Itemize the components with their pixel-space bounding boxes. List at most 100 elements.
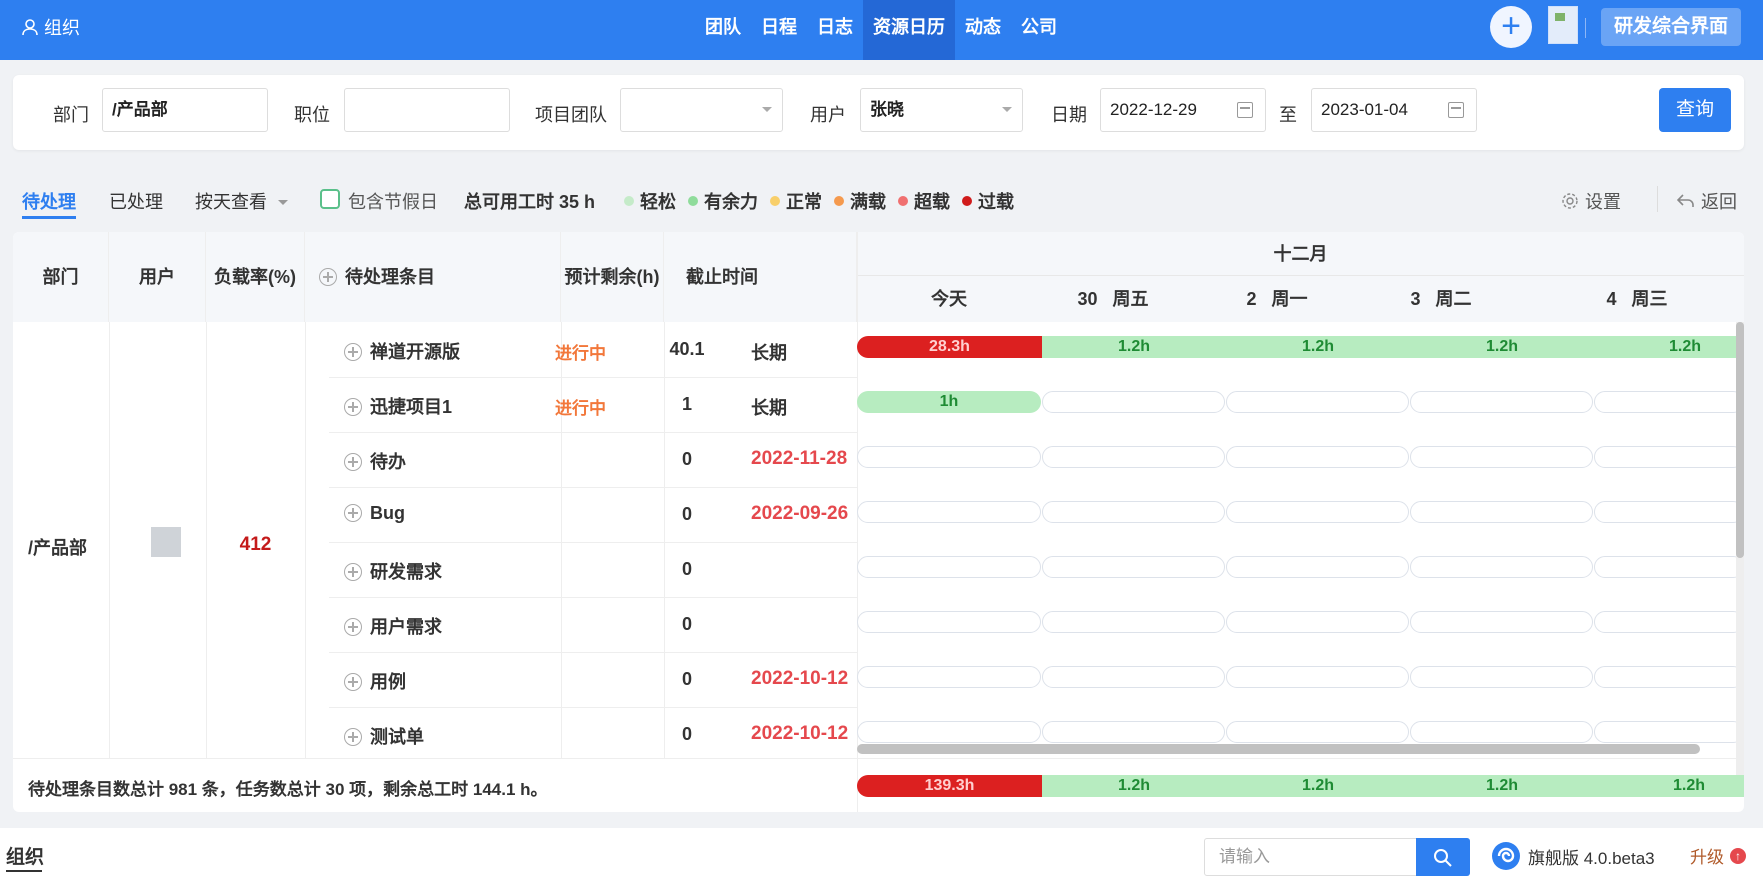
deadline-value: 2022-11-28	[751, 448, 848, 469]
load-bar[interactable]: 1.2h	[1410, 336, 1594, 358]
row-expand[interactable]: 用户需求	[344, 613, 442, 639]
load-bar[interactable]: 1.2h	[1594, 336, 1736, 358]
row-expand[interactable]: Bug	[344, 503, 405, 524]
nav-team[interactable]: 团队	[695, 0, 751, 60]
tab-pending[interactable]: 待处理	[22, 188, 76, 214]
expand-all-icon[interactable]	[319, 268, 337, 286]
scrollbar-thumb[interactable]	[1736, 322, 1744, 558]
expand-icon[interactable]	[344, 618, 362, 636]
day-num: 2	[1246, 289, 1257, 309]
day-today: 今天	[857, 276, 1041, 322]
row-divider	[329, 487, 857, 488]
empty-slot	[1226, 666, 1409, 688]
vertical-scrollbar[interactable]	[1736, 322, 1744, 792]
expand-icon[interactable]	[344, 398, 362, 416]
workspace-switch-button[interactable]: 研发综合界面	[1601, 8, 1741, 46]
date-from-input[interactable]: 2022-12-29	[1100, 88, 1266, 132]
empty-slot	[857, 666, 1041, 688]
nav-schedule[interactable]: 日程	[751, 0, 807, 60]
user-label: 用户	[810, 105, 846, 125]
legend-dot	[688, 196, 698, 206]
row-expand[interactable]: 待办	[344, 448, 406, 474]
row-expand[interactable]: 测试单	[344, 723, 424, 749]
row-expand[interactable]: 迅捷项目1	[344, 393, 452, 419]
nav-resource-calendar[interactable]: 资源日历	[863, 0, 955, 60]
active-tab-indicator	[22, 216, 76, 219]
user-select-value: 张晓	[870, 100, 904, 119]
filter-panel: 部门 /产品部 职位 项目团队 用户 张晓 日期 2022-12-29 至 20…	[13, 75, 1744, 150]
query-button[interactable]: 查询	[1659, 88, 1731, 132]
dept-input[interactable]: /产品部	[102, 88, 268, 132]
date-label: 日期	[1051, 105, 1087, 125]
expand-icon[interactable]	[344, 453, 362, 471]
empty-slot	[1410, 391, 1593, 413]
calendar-header: 十二月 今天 30 周五 2 周一 3 周二 4 周三	[857, 232, 1744, 322]
load-bar[interactable]: 28.3h	[857, 336, 1042, 358]
upgrade-link[interactable]: 升级 ↑	[1690, 843, 1746, 868]
view-by-label: 按天查看	[195, 192, 267, 212]
zentao-logo-icon	[1492, 842, 1520, 870]
row-expand[interactable]: 研发需求	[344, 558, 442, 584]
arrow-up-icon: ↑	[1730, 847, 1746, 864]
row-expand[interactable]: 禅道开源版	[344, 338, 460, 364]
table-header: 部门 用户 负载率(%) 待处理条目 预计剩余(h) 截止时间	[13, 232, 857, 322]
search-button[interactable]	[1416, 838, 1470, 876]
view-by-dropdown[interactable]: 按天查看	[195, 188, 289, 214]
day-label: 今天	[931, 289, 967, 309]
empty-slot	[1594, 611, 1744, 633]
empty-slot	[1042, 501, 1225, 523]
back-label: 返回	[1701, 192, 1737, 212]
nav-company[interactable]: 公司	[1011, 0, 1067, 60]
expand-icon[interactable]	[344, 728, 362, 746]
nav-log[interactable]: 日志	[807, 0, 863, 60]
remaining-value: 0	[681, 559, 692, 579]
settings-label: 设置	[1585, 192, 1621, 212]
row-divider	[329, 432, 857, 433]
edition-info: 旗舰版 4.0.beta3	[1490, 840, 1655, 872]
legend-dot	[624, 196, 634, 206]
include-holiday-checkbox[interactable]	[320, 189, 340, 209]
load-bar[interactable]: 1h	[857, 391, 1041, 413]
total-bar: 1.2h	[1226, 775, 1410, 797]
day-4: 4 周三	[1537, 276, 1737, 322]
empty-slot	[1594, 556, 1744, 578]
toolbar: 待处理 已处理 按天查看 包含节假日 总可用工时 35 h 轻松 有余力 正常 …	[0, 178, 1763, 222]
empty-slot	[1042, 446, 1225, 468]
deadline-value: 2022-09-26	[751, 503, 849, 524]
item-name: 用例	[370, 672, 406, 692]
date-to-input[interactable]: 2023-01-04	[1311, 88, 1477, 132]
bottom-tab-org[interactable]: 组织	[6, 842, 44, 869]
position-input[interactable]	[344, 88, 510, 132]
chevron-down-icon	[278, 200, 289, 205]
add-button[interactable]: +	[1490, 6, 1532, 48]
tab-processed[interactable]: 已处理	[109, 188, 163, 214]
row-expand[interactable]: 用例	[344, 668, 406, 694]
legend-label: 超载	[914, 192, 950, 212]
legend-label: 满载	[850, 192, 886, 212]
expand-icon[interactable]	[344, 563, 362, 581]
remaining-value: 1	[681, 394, 692, 414]
deadline-value: 长期	[751, 398, 787, 418]
expand-icon[interactable]	[344, 343, 362, 361]
total-hours: 总可用工时 35 h	[464, 192, 596, 212]
total-bar: 1.2h	[1594, 775, 1744, 797]
avatar	[151, 527, 181, 557]
settings-button[interactable]: 设置	[1561, 188, 1621, 214]
load-rate: 412	[239, 534, 272, 555]
expand-icon[interactable]	[344, 504, 362, 522]
team-select[interactable]	[620, 88, 783, 132]
empty-slot	[1594, 391, 1744, 413]
include-holiday-label: 包含节假日	[348, 192, 438, 212]
user-select[interactable]: 张晓	[860, 88, 1023, 132]
horizontal-scrollbar[interactable]	[857, 744, 1700, 754]
avatar[interactable]	[1548, 6, 1578, 44]
empty-slot	[1042, 391, 1225, 413]
empty-slot	[857, 556, 1041, 578]
org-menu[interactable]: 组织	[20, 14, 80, 40]
load-bar[interactable]: 1.2h	[1042, 336, 1226, 358]
expand-icon[interactable]	[344, 673, 362, 691]
nav-dynamics[interactable]: 动态	[955, 0, 1011, 60]
day-num: 4	[1606, 289, 1617, 309]
load-bar[interactable]: 1.2h	[1226, 336, 1410, 358]
back-button[interactable]: 返回	[1677, 188, 1737, 214]
